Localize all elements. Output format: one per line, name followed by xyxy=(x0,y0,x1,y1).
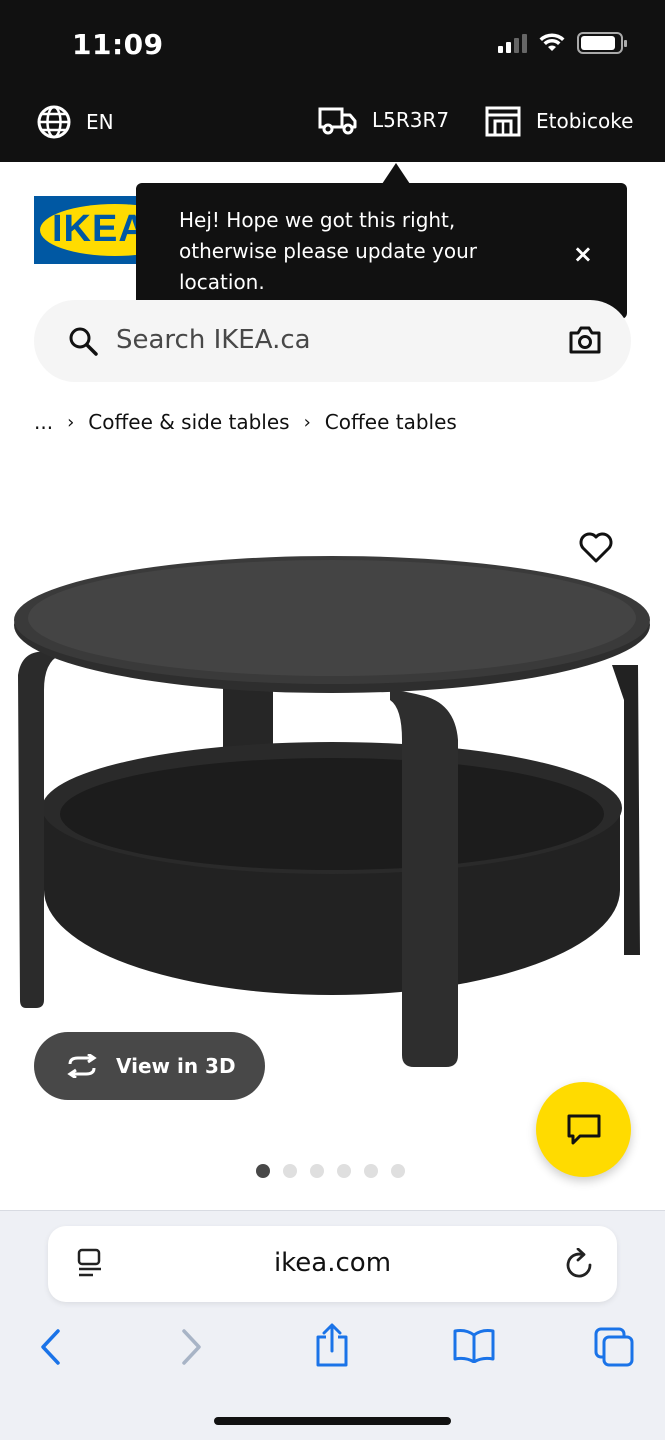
close-icon[interactable]: × xyxy=(573,239,593,270)
location-tooltip: Hej! Hope we got this right, otherwise p… xyxy=(136,183,627,319)
address-url: ikea.com xyxy=(273,1248,392,1278)
status-time: 11:09 xyxy=(72,28,164,61)
store-selector[interactable]: Etobicoke xyxy=(484,104,633,138)
tabs-icon[interactable] xyxy=(594,1327,634,1367)
browser-toolbar: ikea.com xyxy=(0,1210,665,1440)
breadcrumb: ... › Coffee & side tables › Coffee tabl… xyxy=(34,410,457,434)
globe-icon xyxy=(37,105,71,139)
chevron-right-icon: › xyxy=(67,411,75,433)
tooltip-message: Hej! Hope we got this right, otherwise p… xyxy=(179,208,477,294)
store-label: Etobicoke xyxy=(536,109,634,133)
search-icon xyxy=(69,327,98,356)
delivery-truck-icon xyxy=(318,107,357,135)
image-carousel-dots xyxy=(256,1164,405,1178)
camera-icon[interactable] xyxy=(569,326,601,354)
carousel-dot[interactable] xyxy=(337,1164,351,1178)
search-input[interactable]: Search IKEA.ca xyxy=(34,300,631,382)
breadcrumb-ellipsis[interactable]: ... xyxy=(34,410,53,434)
search-placeholder: Search IKEA.ca xyxy=(116,325,311,355)
view-in-3d-label: View in 3D xyxy=(116,1054,236,1078)
wifi-icon xyxy=(539,33,565,51)
postal-code-selector[interactable]: L5R3R7 xyxy=(318,104,449,136)
language-selector[interactable]: EN xyxy=(36,104,114,140)
chevron-right-icon: › xyxy=(303,411,311,433)
carousel-dot[interactable] xyxy=(283,1164,297,1178)
postal-code-label: L5R3R7 xyxy=(372,108,450,132)
rotate-3d-icon xyxy=(67,1054,97,1078)
chat-icon xyxy=(567,1114,600,1144)
chat-button[interactable] xyxy=(536,1082,631,1177)
browser-nav-toolbar xyxy=(0,1323,665,1387)
bookmarks-icon[interactable] xyxy=(452,1327,496,1363)
breadcrumb-item[interactable]: Coffee tables xyxy=(325,410,457,434)
battery-icon xyxy=(577,32,627,54)
logo-text: IKEA xyxy=(52,208,147,250)
heart-icon[interactable] xyxy=(578,530,614,564)
cellular-signal-icon xyxy=(498,33,527,53)
address-bar[interactable]: ikea.com xyxy=(48,1226,617,1302)
view-in-3d-button[interactable]: View in 3D xyxy=(34,1032,265,1100)
store-icon xyxy=(485,106,521,137)
location-bar: EN L5R3R7 Etobicoke xyxy=(0,86,665,162)
status-bar: 11:09 xyxy=(0,0,665,86)
carousel-dot[interactable] xyxy=(256,1164,270,1178)
carousel-dot[interactable] xyxy=(310,1164,324,1178)
language-label: EN xyxy=(86,110,114,134)
carousel-dot[interactable] xyxy=(364,1164,378,1178)
forward-icon[interactable] xyxy=(180,1327,204,1367)
share-icon[interactable] xyxy=(314,1323,350,1369)
breadcrumb-item[interactable]: Coffee & side tables xyxy=(88,410,289,434)
reload-icon[interactable] xyxy=(565,1248,595,1280)
tooltip-arrow xyxy=(382,163,410,184)
back-icon[interactable] xyxy=(38,1327,62,1367)
home-indicator xyxy=(214,1417,451,1425)
carousel-dot[interactable] xyxy=(391,1164,405,1178)
status-icons xyxy=(498,32,627,54)
